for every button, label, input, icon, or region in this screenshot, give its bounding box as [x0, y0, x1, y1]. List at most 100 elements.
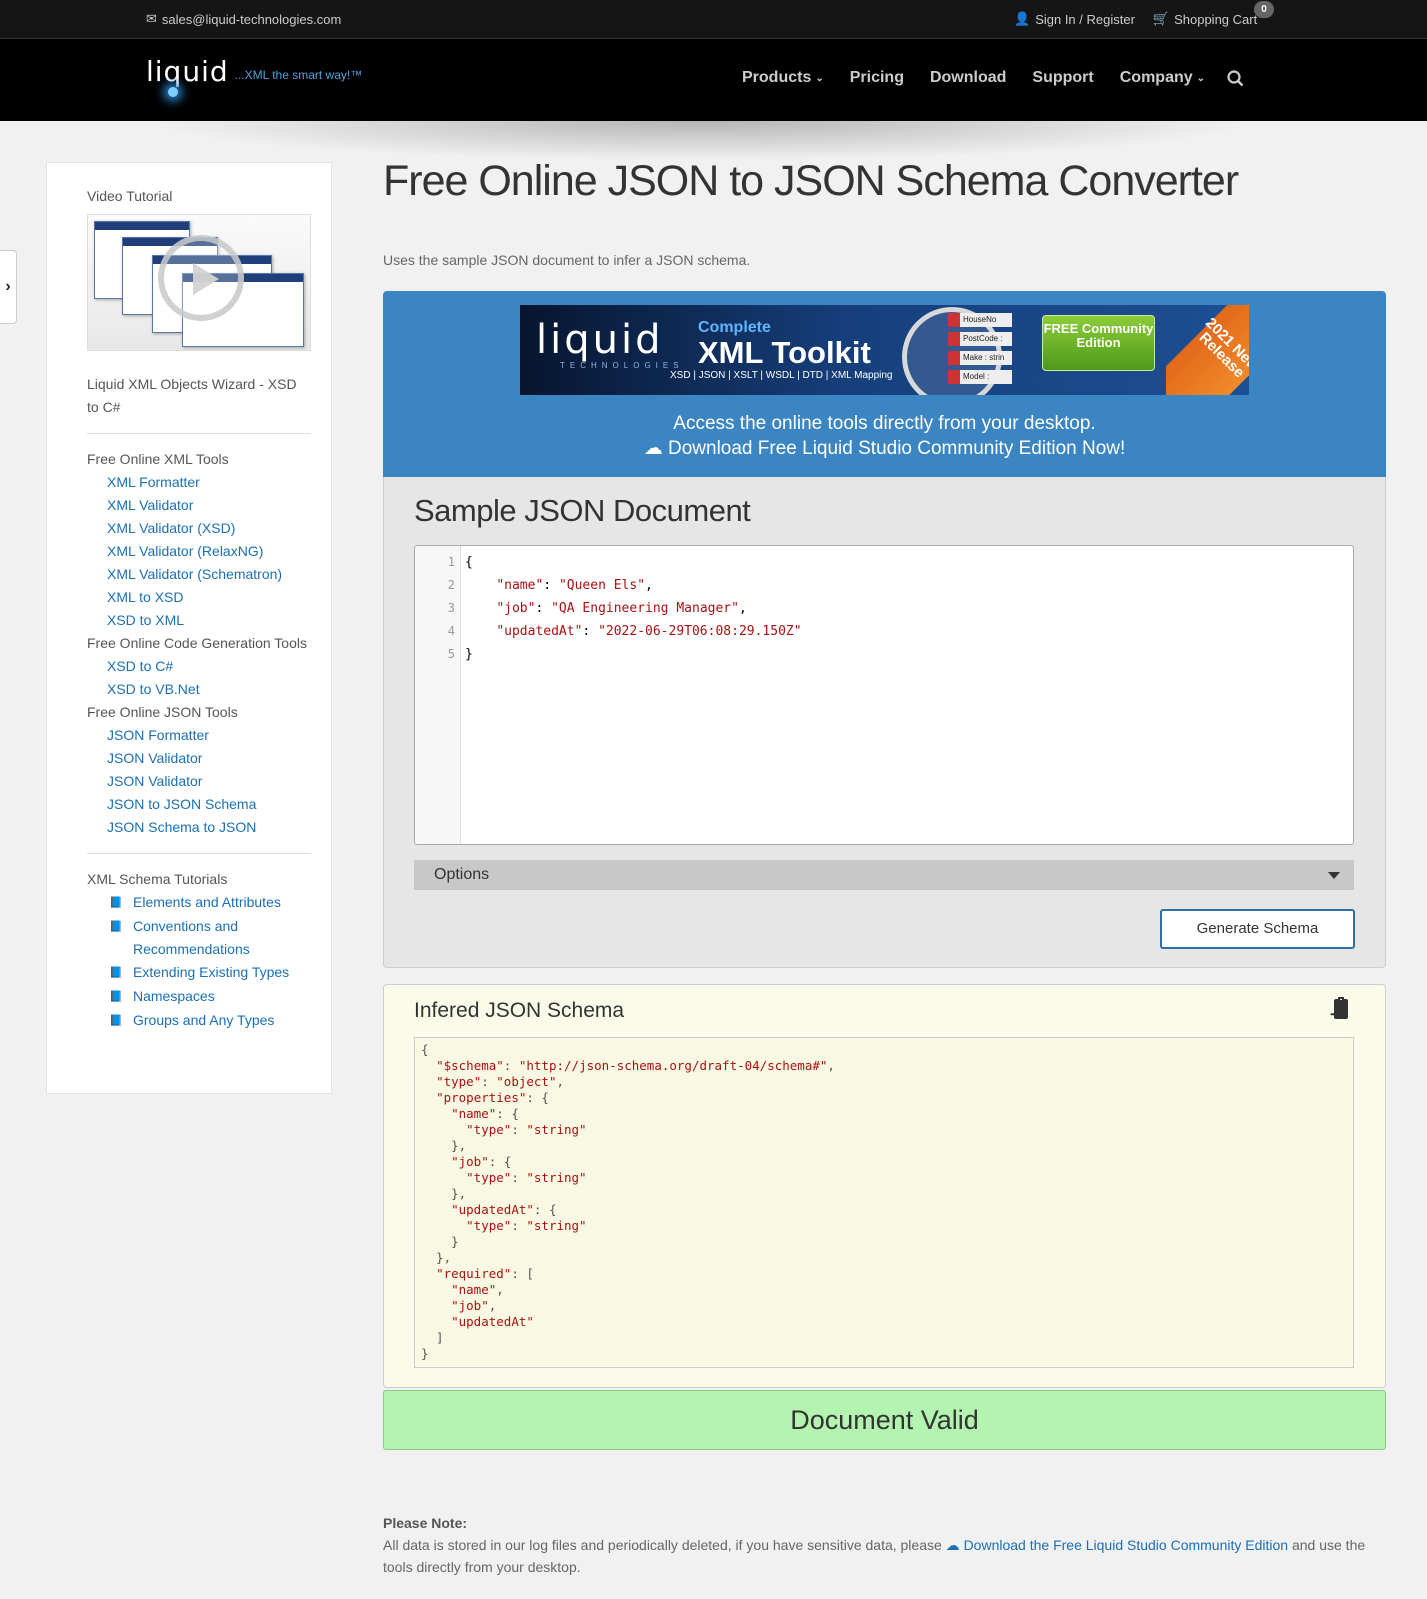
logo[interactable]: liquid ...XML the smart way!™ — [146, 55, 363, 97]
search-icon[interactable] — [1227, 69, 1244, 87]
sidebar-link-json-to-json-schema[interactable]: JSON to JSON Schema — [87, 793, 311, 816]
sidebar-link-json-schema-to-json[interactable]: JSON Schema to JSON — [87, 816, 311, 839]
schema-line: "job": { — [451, 1154, 512, 1169]
note-heading: Please Note: — [383, 1515, 468, 1531]
sample-json-panel: Sample JSON Document 1 2 3 4 5 { "name":… — [383, 477, 1386, 968]
sidebar-link-xml-validator[interactable]: XML Validator — [87, 494, 311, 517]
schema-output[interactable]: { "$schema": "http://json-schema.org/dra… — [414, 1037, 1354, 1368]
line-number: 4 — [447, 624, 455, 638]
sign-in-text: Sign In / Register — [1035, 11, 1135, 27]
tutorial-label: Conventions and Recommendations — [133, 918, 250, 957]
banner-tag: PostCode : — [948, 332, 1012, 346]
new-release-ribbon: 2021 New Release — [1166, 305, 1249, 395]
sidebar-link-xsd-to-vbnet[interactable]: XSD to VB.Net — [87, 678, 311, 701]
sidebar-link-xsd-to-csharp[interactable]: XSD to C# — [87, 655, 311, 678]
banner-logo-sub: TECHNOLOGIES — [560, 361, 684, 370]
envelope-icon: ✉ — [146, 11, 157, 26]
nav-pricing-label: Pricing — [849, 69, 904, 86]
sidebar-toggle-chevron-right-icon[interactable]: › — [0, 250, 17, 324]
schema-line: "name", — [451, 1282, 504, 1297]
schema-line: } — [421, 1346, 429, 1361]
options-toggle[interactable]: Options — [414, 860, 1354, 890]
email-link[interactable]: ✉ sales@liquid-technologies.com — [146, 11, 341, 27]
sample-heading: Sample JSON Document — [414, 493, 751, 528]
tutorial-link[interactable]: 📘 Groups and Any Types — [87, 1009, 311, 1033]
schema-line: }, — [421, 1138, 467, 1153]
tutorial-link[interactable]: 📘 Extending Existing Types — [87, 961, 311, 985]
tutorial-link[interactable]: 📘 Namespaces — [87, 985, 311, 1009]
generate-schema-button[interactable]: Generate Schema — [1160, 909, 1355, 949]
video-thumbnail[interactable] — [87, 214, 311, 351]
email-text: sales@liquid-technologies.com — [161, 11, 342, 27]
schema-line: { — [421, 1042, 429, 1057]
main-nav: liquid ...XML the smart way!™ Products ⌄ … — [0, 39, 1427, 121]
sidebar-link-xsd-to-xml[interactable]: XSD to XML — [87, 609, 311, 632]
chevron-down-icon: ⌄ — [1196, 72, 1206, 84]
sidebar-link-json-validator[interactable]: JSON Validator — [87, 747, 311, 770]
banner-tag: Model : — [948, 370, 1012, 384]
cart-text: Shopping Cart — [1174, 11, 1258, 27]
sidebar-link-xml-to-xsd[interactable]: XML to XSD — [87, 586, 311, 609]
tutorial-link[interactable]: 📘 Elements and Attributes — [87, 891, 311, 915]
schema-line: "properties": { — [436, 1090, 549, 1105]
note: Please Note: All data is stored in our l… — [383, 1512, 1393, 1578]
nav-download[interactable]: Download — [930, 69, 1006, 87]
sidebar-link-xml-validator-relaxng[interactable]: XML Validator (RelaxNG) — [87, 540, 311, 563]
nav-support[interactable]: Support — [1032, 69, 1093, 87]
nav-shadow — [140, 121, 1260, 161]
user-icon: 👤 — [1014, 11, 1031, 26]
nav-products[interactable]: Products ⌄ — [742, 69, 824, 87]
page-title: Free Online JSON to JSON Schema Converte… — [383, 157, 1239, 205]
logo-word: liquid — [146, 55, 229, 88]
sidebar-link-xml-validator-xsd[interactable]: XML Validator (XSD) — [87, 517, 311, 540]
sidebar-link-json-validator-2[interactable]: JSON Validator — [87, 770, 311, 793]
sidebar-link-xml-formatter[interactable]: XML Formatter — [87, 471, 311, 494]
shopping-cart-link[interactable]: 🛒 Shopping Cart — [1153, 11, 1257, 27]
cart-icon: 🛒 — [1152, 11, 1170, 26]
line-number: 1 — [447, 555, 455, 569]
nav-pricing[interactable]: Pricing — [850, 69, 904, 87]
logo-tagline: ...XML the smart way!™ — [234, 68, 363, 82]
book-icon: 📘 — [109, 1015, 123, 1027]
book-icon: 📘 — [109, 991, 123, 1003]
line-number: 3 — [447, 601, 455, 615]
sidebar-link-xml-validator-schematron[interactable]: XML Validator (Schematron) — [87, 563, 311, 586]
code-line: "job": "QA Engineering Manager", — [496, 601, 747, 616]
schema-line: "$schema": "http://json-schema.org/draft… — [436, 1058, 835, 1073]
editor-code[interactable]: { "name": "Queen Els", "job": "QA Engine… — [465, 551, 802, 666]
toolkit-banner[interactable]: liquid TECHNOLOGIES Complete XML Toolkit… — [520, 305, 1249, 395]
banner-tag: Make : strin — [948, 351, 1012, 365]
tutorial-label: Extending Existing Types — [133, 964, 290, 980]
nav-company[interactable]: Company ⌄ — [1120, 69, 1205, 87]
schema-line: "name": { — [451, 1106, 519, 1121]
tutorial-link[interactable]: 📘 Conventions and Recommendations — [87, 915, 311, 961]
schema-line: } — [421, 1234, 459, 1249]
note-download-link[interactable]: ☁ Download the Free Liquid Studio Commun… — [946, 1537, 1288, 1553]
code-line: { — [465, 555, 473, 570]
code-line: } — [465, 647, 473, 662]
top-bar: ✉ sales@liquid-technologies.com 👤 Sign I… — [0, 0, 1427, 39]
banner-techs: XSD | JSON | XSLT | WSDL | DTD | XML Map… — [670, 370, 893, 381]
promo-panel: liquid TECHNOLOGIES Complete XML Toolkit… — [383, 291, 1386, 477]
nav-support-label: Support — [1032, 69, 1094, 86]
inferred-schema-panel: Infered JSON Schema ➜ { "$schema": "http… — [383, 984, 1386, 1388]
promo-line-1: Access the online tools directly from yo… — [673, 413, 1096, 434]
schema-line: "type": "string" — [466, 1170, 587, 1185]
sign-in-link[interactable]: 👤 Sign In / Register — [1014, 11, 1135, 27]
promo-download-link[interactable]: ☁ Download Free Liquid Studio Community … — [383, 437, 1386, 460]
json-editor[interactable]: 1 2 3 4 5 { "name": "Queen Els", "job": … — [414, 545, 1354, 845]
schema-line: "required": [ — [436, 1266, 534, 1281]
copy-to-clipboard-icon[interactable]: ➜ — [1330, 997, 1350, 1021]
sidebar-link-json-formatter[interactable]: JSON Formatter — [87, 724, 311, 747]
wizard-link[interactable]: Liquid XML Objects Wizard - XSD to C# — [87, 373, 311, 419]
schema-line: "updatedAt" — [451, 1314, 534, 1329]
book-icon: 📘 — [109, 921, 123, 933]
promo-line-2: Download Free Liquid Studio Community Ed… — [668, 438, 1126, 459]
codegen-heading: Free Online Code Generation Tools — [87, 635, 307, 651]
cloud-download-icon: ☁ — [945, 1537, 960, 1553]
tutorial-label: Elements and Attributes — [133, 894, 281, 910]
page-subtitle: Uses the sample JSON document to infer a… — [383, 252, 751, 268]
tutorials-heading: XML Schema Tutorials — [87, 871, 228, 887]
xml-tools-heading: Free Online XML Tools — [87, 451, 229, 467]
line-number-gutter: 1 2 3 4 5 — [415, 546, 461, 844]
